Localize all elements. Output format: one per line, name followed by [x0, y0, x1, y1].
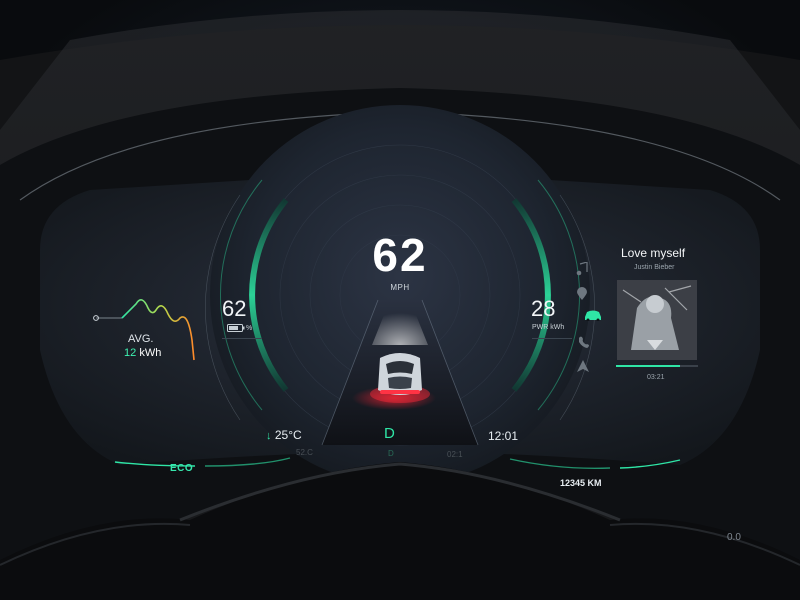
- reflection-center: D: [388, 449, 394, 458]
- consumption-unit: kWh: [139, 347, 162, 359]
- dashboard-screen: 62 MPH 62 % 28 PWR kWh AVG. 12 kWh ↓ 25°…: [0, 0, 800, 600]
- speed-unit: MPH: [390, 283, 410, 292]
- drive-mode[interactable]: ECO: [170, 463, 193, 474]
- down-arrow-icon: ↓: [266, 430, 272, 442]
- song-title[interactable]: Love myself: [621, 246, 685, 260]
- consumption-label: AVG.: [128, 333, 154, 345]
- media-progress-track[interactable]: [616, 365, 698, 367]
- power-value: 28: [531, 296, 556, 321]
- temperature-value: 25°C: [274, 428, 302, 442]
- album-art: [617, 280, 697, 360]
- speed-value: 62: [372, 229, 428, 281]
- car-icon[interactable]: [583, 309, 603, 321]
- phone-icon[interactable]: [578, 336, 589, 348]
- song-artist: Justin Bieber: [634, 264, 675, 271]
- consumption-value-row: 12 kWh: [124, 347, 161, 359]
- battery-divider: [222, 338, 262, 339]
- bottom-right-value: 0.0: [727, 532, 741, 543]
- battery-unit: %: [246, 325, 253, 332]
- odometer: 12345 KM: [560, 478, 602, 488]
- music-note-icon[interactable]: [576, 262, 588, 276]
- media-progress-fill: [616, 365, 680, 367]
- nav-arrow-icon[interactable]: [577, 360, 589, 372]
- gear-indicator: D: [384, 425, 395, 442]
- car-top-view: [370, 353, 430, 403]
- clock: 12:01: [488, 429, 519, 443]
- song-elapsed-time: 03:21: [647, 374, 665, 381]
- power-unit: PWR kWh: [532, 324, 565, 331]
- consumption-value: 12: [124, 347, 137, 359]
- location-pin-icon[interactable]: [577, 287, 587, 301]
- power-divider: [532, 338, 572, 339]
- reflection-right: 02:1: [447, 450, 463, 459]
- reflection-left: 52.C: [296, 448, 313, 457]
- battery-value: 62: [222, 296, 247, 321]
- temperature-readout: ↓ 25°C: [266, 428, 302, 442]
- battery-icon: [227, 324, 245, 332]
